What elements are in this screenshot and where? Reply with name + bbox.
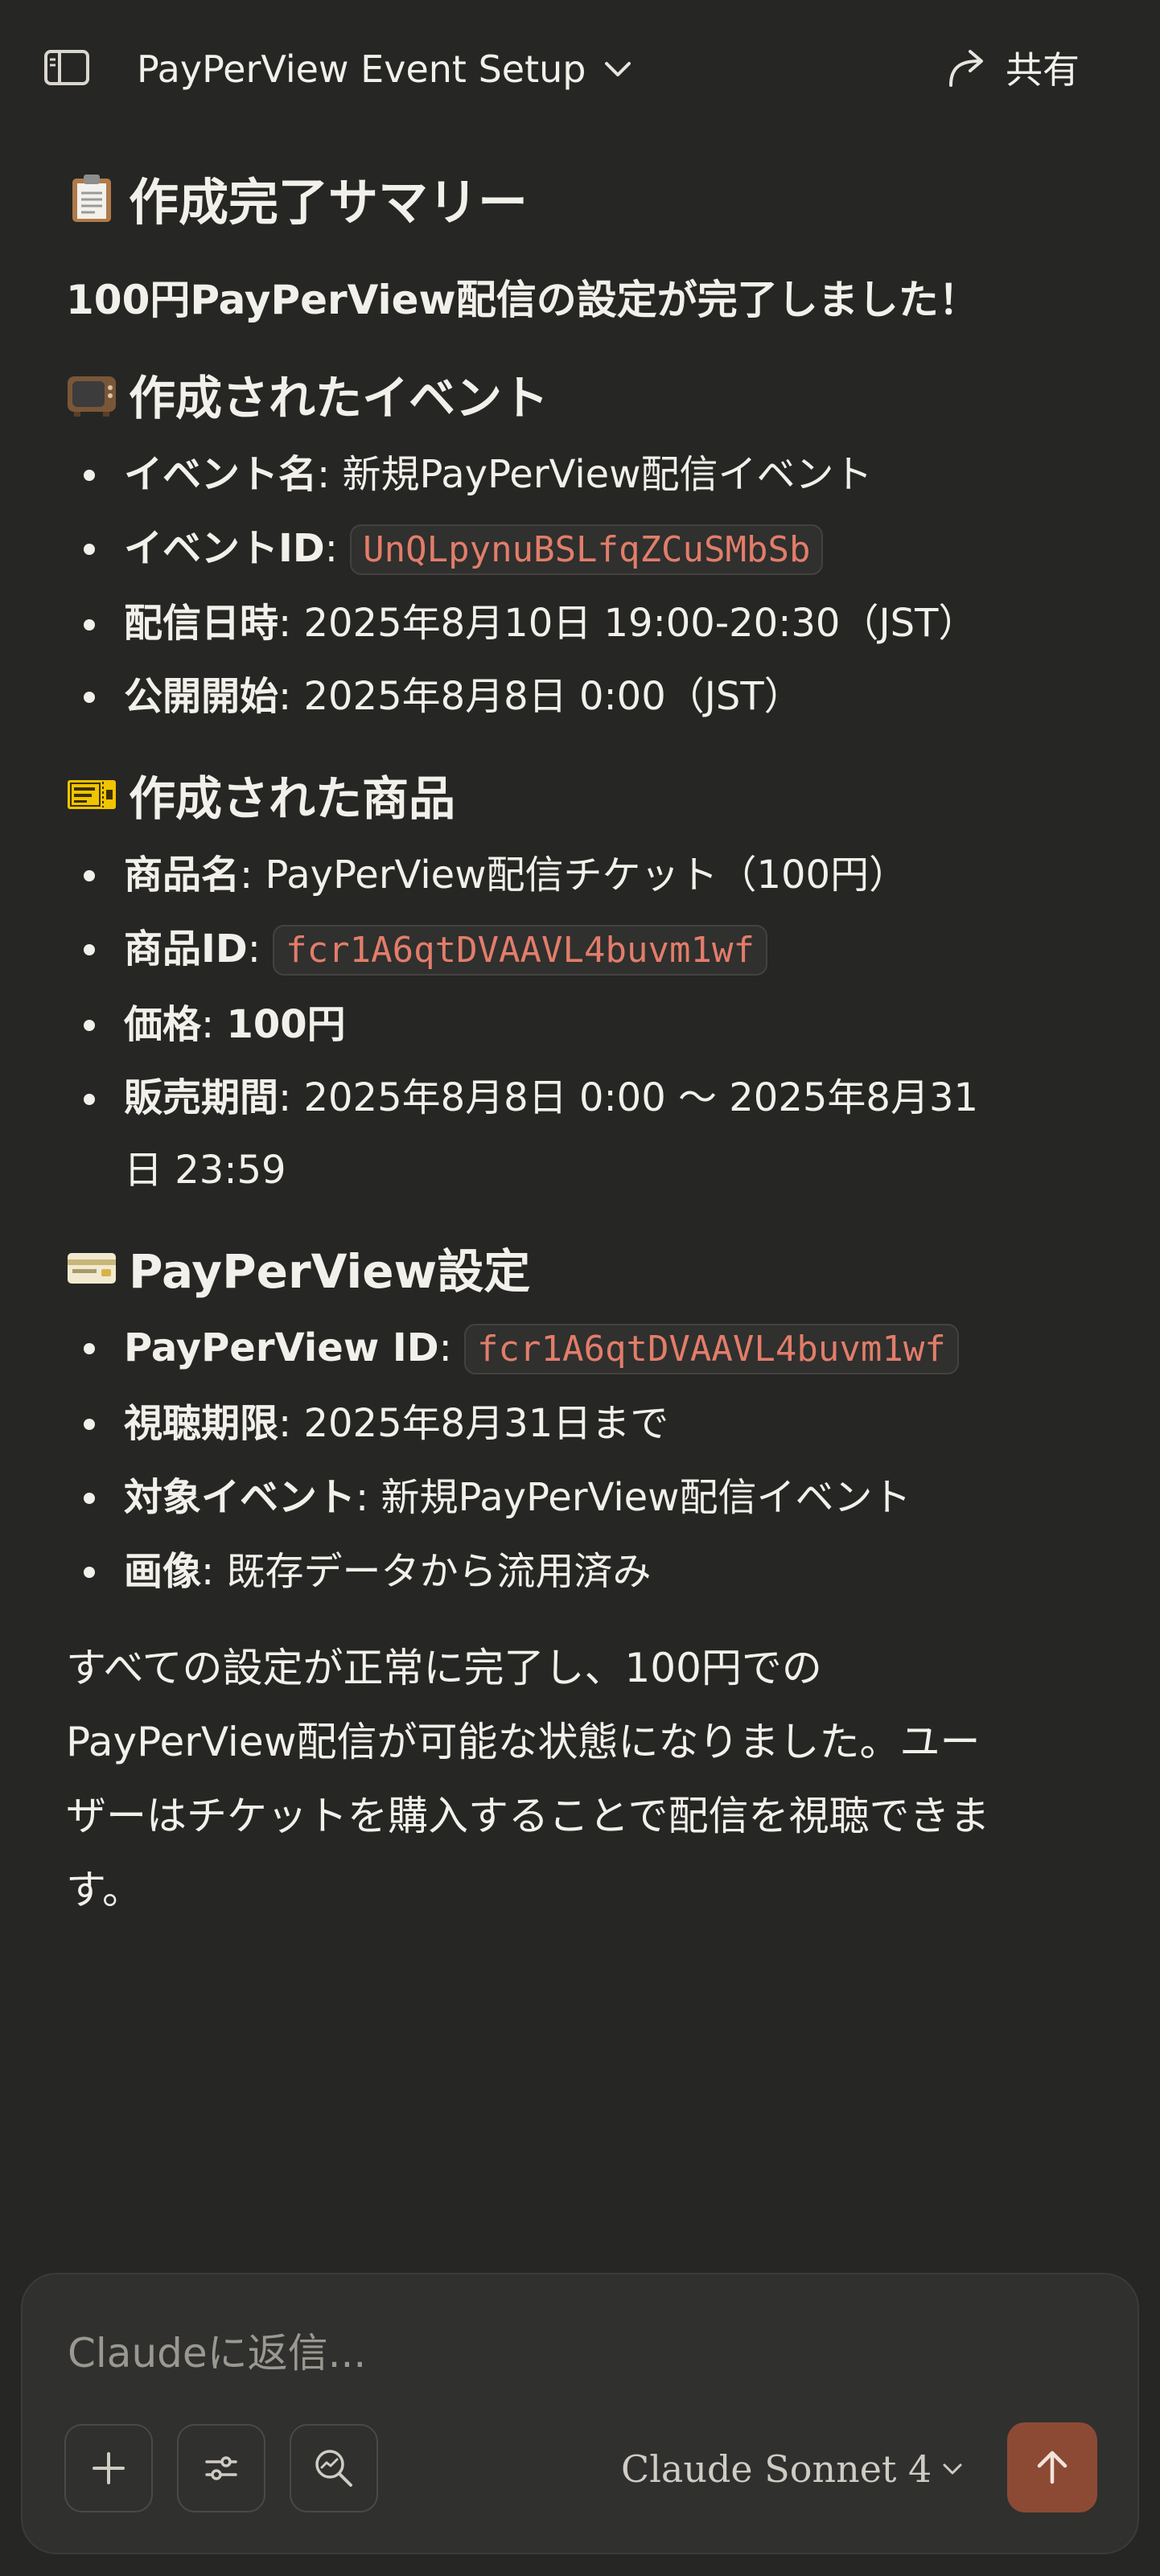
item-key: 販売期間 [124, 1075, 279, 1120]
list-item: 公開開始: 2025年8月8日 0:00（JST） [66, 659, 1015, 733]
item-key: イベントID [124, 526, 325, 571]
item-sep: : [201, 1549, 227, 1594]
share-button[interactable]: 共有 [946, 42, 1080, 93]
summary-heading-text: 作成完了サマリー [129, 173, 529, 232]
ppv-heading: PayPerView設定 [66, 1230, 1015, 1304]
event-name-value: 新規PayPerView配信イベント [342, 452, 873, 497]
list-item: PayPerView ID: fcr1A6qtDVAAVL4buvm1wf [66, 1311, 1015, 1387]
item-key: 画像 [124, 1549, 202, 1594]
list-item: 販売期間: 2025年8月8日 0:00 〜 2025年8月31日 23:59 [66, 1062, 1015, 1206]
list-item: 視聴期限: 2025年8月31日まで [66, 1387, 1015, 1461]
event-details-list: イベント名: 新規PayPerView配信イベント イベントID: UnQLpy… [66, 438, 1015, 733]
plus-icon [93, 2452, 125, 2484]
item-key: 商品ID [124, 926, 248, 972]
list-item: 画像: 既存データから流用済み [66, 1535, 1015, 1608]
publish-start-value: 2025年8月8日 0:00（JST） [303, 674, 803, 719]
television-icon [68, 376, 116, 417]
ppv-details-list: PayPerView ID: fcr1A6qtDVAAVL4buvm1wf 視聴… [66, 1311, 1015, 1608]
sliders-icon [205, 2456, 237, 2480]
model-name: Claude Sonnet 4 [621, 2447, 932, 2491]
item-sep: : [240, 853, 265, 898]
summary-heading: 作成完了サマリー [66, 153, 1015, 243]
add-attachment-button[interactable] [64, 2424, 153, 2512]
item-sep: : [201, 1002, 227, 1047]
model-selector[interactable]: Claude Sonnet 4 [621, 2443, 965, 2495]
reply-input[interactable]: Claudeに返信... [68, 2321, 366, 2379]
app-root: PayPerView Event Setup 共有 作成完了サマリー 100円P… [0, 0, 1160, 2576]
conversation-title: PayPerView Event Setup [137, 47, 586, 91]
item-sep: : [438, 1325, 465, 1370]
assistant-message: 作成完了サマリー 100円PayPerView配信の設定が完了しました！ 作成さ… [66, 153, 1015, 1927]
tools-settings-button[interactable] [177, 2424, 265, 2512]
chevron-down-icon [605, 62, 631, 76]
closing-paragraph: すべての設定が正常に完了し、100円でのPayPerView配信が可能な状態にな… [66, 1645, 990, 1913]
top-bar: PayPerView Event Setup 共有 [0, 0, 1160, 137]
list-item: 価格: 100円 [66, 988, 1015, 1062]
image-value: 既存データから流用済み [226, 1549, 652, 1594]
ppv-id-code: fcr1A6qtDVAAVL4buvm1wf [464, 1324, 959, 1374]
clipboard-icon [72, 175, 111, 222]
ticket-icon [68, 780, 116, 809]
item-sep: : [278, 1075, 304, 1120]
event-heading: 作成されたイベント [66, 357, 1015, 431]
event-heading-text: 作成されたイベント [129, 371, 549, 425]
item-sep: : [278, 601, 304, 646]
item-key: 配信日時 [124, 601, 279, 646]
product-heading-text: 作成された商品 [129, 771, 456, 826]
share-label: 共有 [1006, 48, 1080, 92]
ppv-heading-text: PayPerView設定 [129, 1244, 531, 1299]
list-item: イベント名: 新規PayPerView配信イベント [66, 438, 1015, 512]
item-key: イベント名 [124, 452, 318, 497]
send-button[interactable] [1007, 2422, 1097, 2512]
product-details-list: 商品名: PayPerView配信チケット（100円） 商品ID: fcr1A6… [66, 838, 1015, 1206]
list-item: 対象イベント: 新規PayPerView配信イベント [66, 1461, 1015, 1535]
item-sep: : [278, 674, 304, 719]
item-key: 商品名 [124, 853, 241, 898]
item-key: 視聴期限 [124, 1401, 279, 1446]
arrow-up-icon [1037, 2451, 1067, 2484]
item-key: 公開開始 [124, 674, 279, 719]
item-sep: : [317, 452, 343, 497]
research-search-icon [315, 2450, 352, 2487]
product-id-code: fcr1A6qtDVAAVL4buvm1wf [273, 925, 767, 976]
viewing-limit-value: 2025年8月31日まで [303, 1401, 669, 1446]
item-key: PayPerView ID [124, 1325, 439, 1370]
item-sep: : [247, 926, 274, 972]
chevron-down-icon [943, 2463, 962, 2475]
event-datetime-value: 2025年8月10日 19:00-20:30（JST） [303, 601, 977, 646]
event-id-code: UnQLpynuBSLfqZCuSMbSb [350, 524, 824, 575]
target-event-value: 新規PayPerView配信イベント [380, 1475, 911, 1520]
price-value: 100円 [226, 1002, 346, 1047]
product-heading: 作成された商品 [66, 758, 1015, 832]
list-item: イベントID: UnQLpynuBSLfqZCuSMbSb [66, 512, 1015, 587]
sidebar-toggle-icon [44, 50, 89, 85]
credit-card-icon [68, 1253, 116, 1284]
sidebar-toggle-button[interactable] [40, 45, 93, 90]
conversation-title-button[interactable]: PayPerView Event Setup [137, 43, 634, 95]
item-sep: : [278, 1401, 304, 1446]
item-key: 対象イベント [124, 1475, 356, 1520]
share-arrow-icon [949, 50, 983, 87]
list-item: 商品ID: fcr1A6qtDVAAVL4buvm1wf [66, 912, 1015, 988]
reply-composer: Claudeに返信... Claude Sonnet 4 [21, 2273, 1139, 2554]
item-sep: : [356, 1475, 381, 1520]
product-name-value: PayPerView配信チケット（100円） [265, 853, 908, 898]
item-sep: : [324, 526, 351, 571]
list-item: 配信日時: 2025年8月10日 19:00-20:30（JST） [66, 587, 1015, 659]
research-button[interactable] [290, 2424, 378, 2512]
list-item: 商品名: PayPerView配信チケット（100円） [66, 838, 1015, 912]
summary-lead: 100円PayPerView配信の設定が完了しました！ [66, 277, 979, 323]
item-key: 価格 [124, 1002, 202, 1047]
